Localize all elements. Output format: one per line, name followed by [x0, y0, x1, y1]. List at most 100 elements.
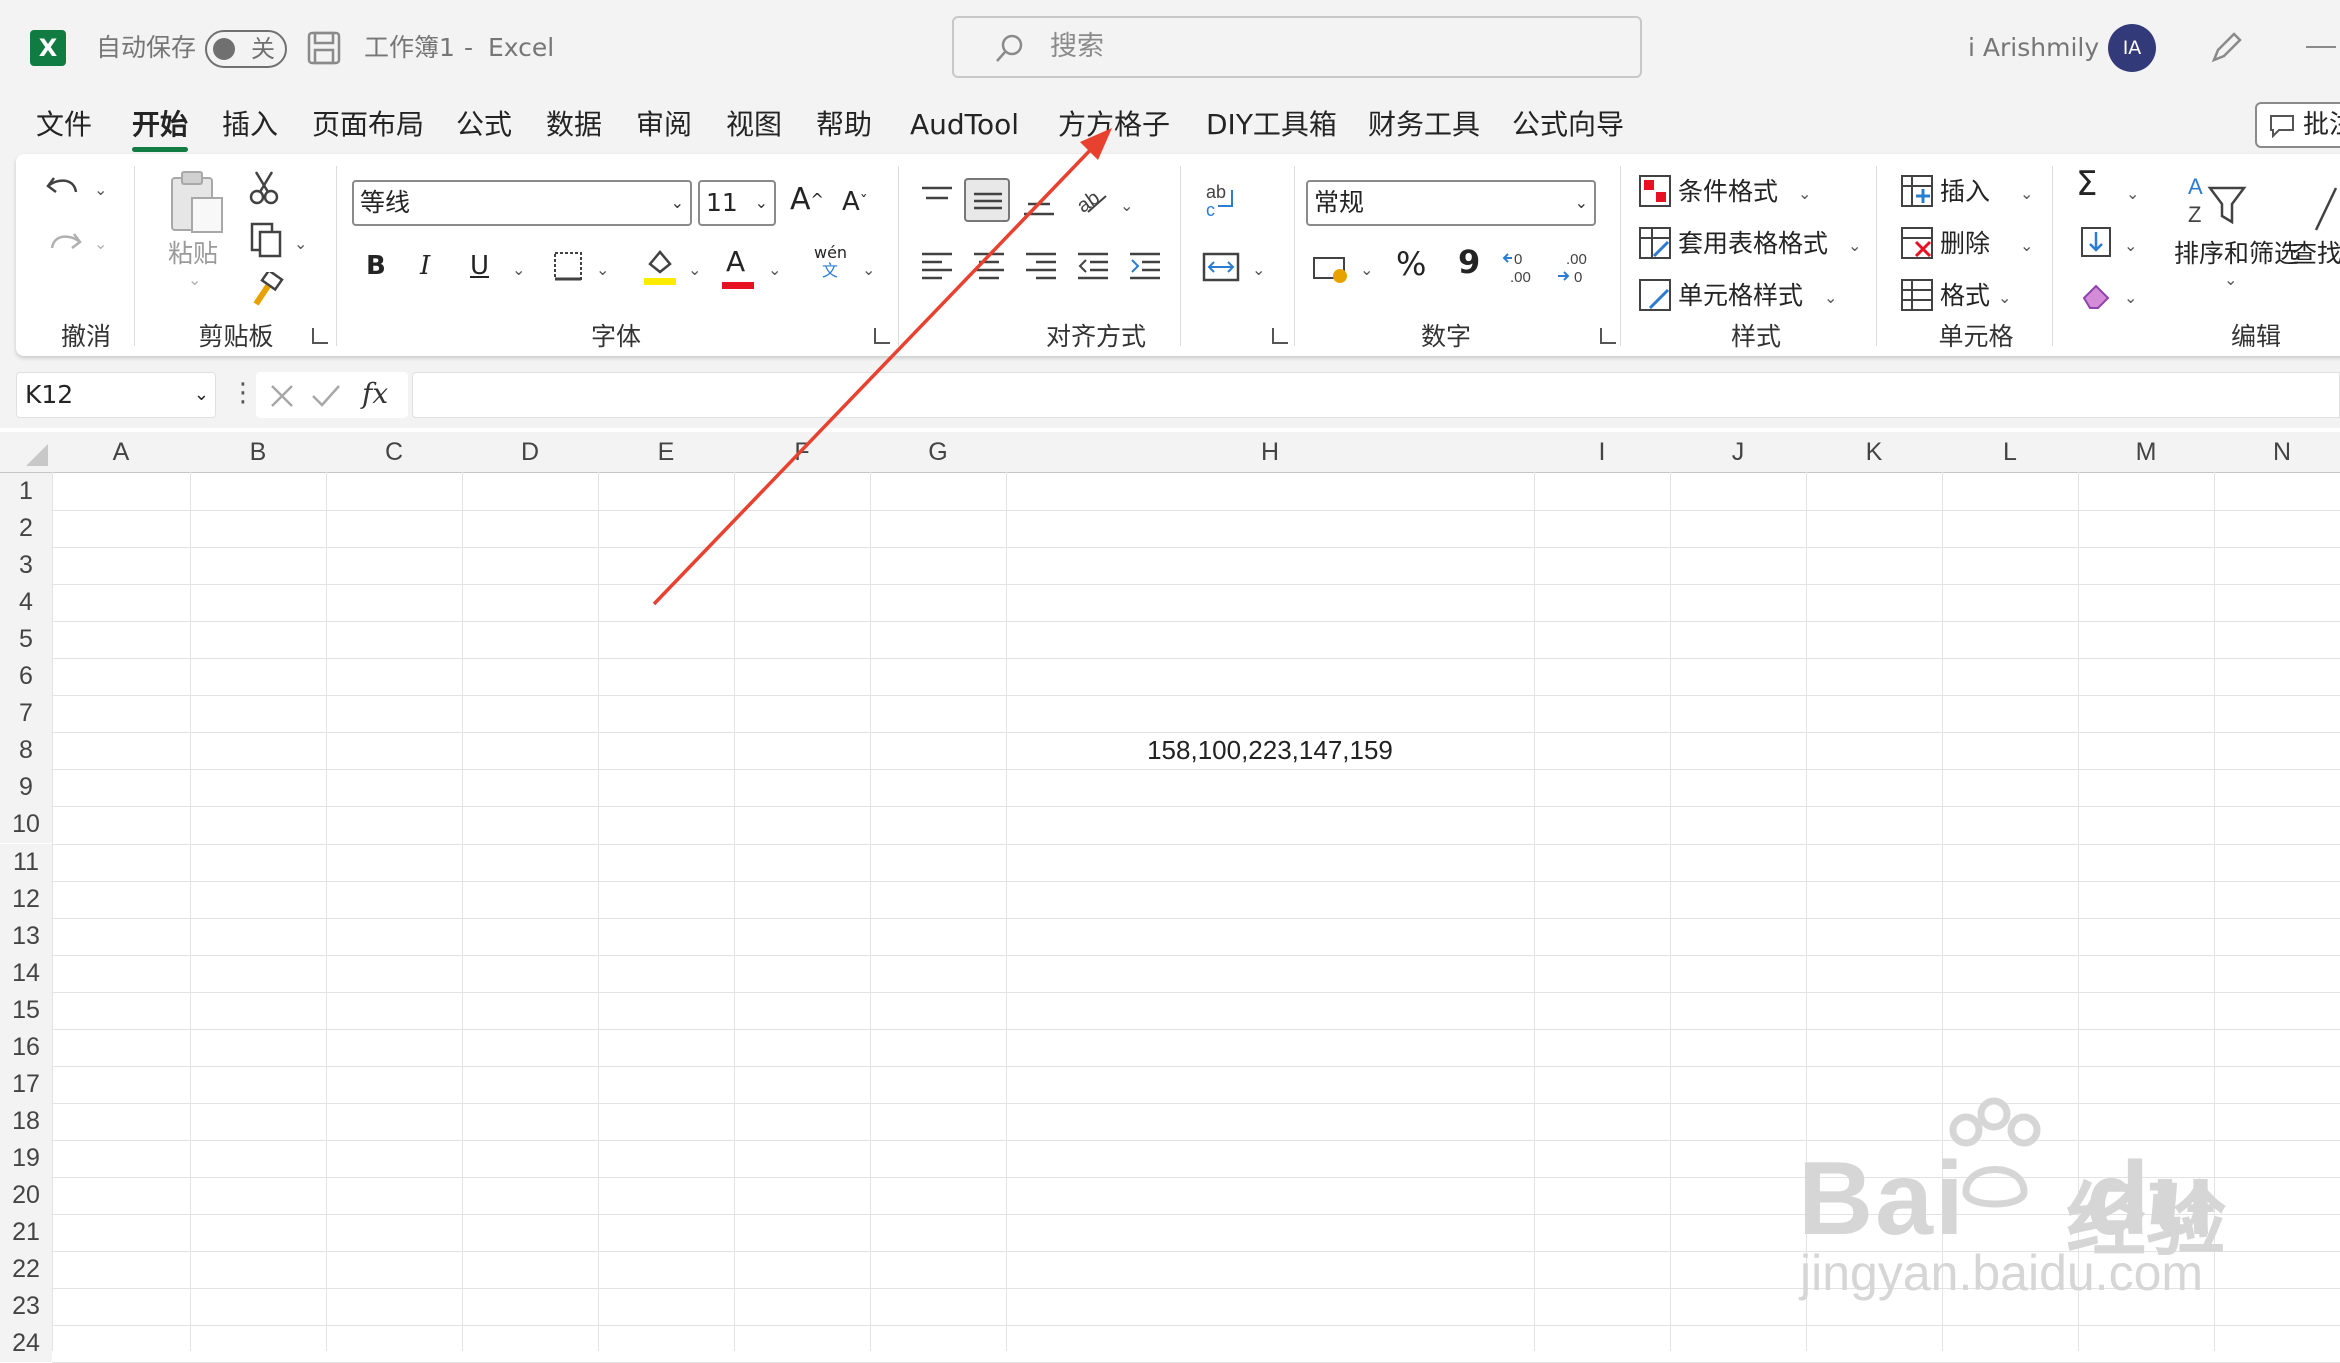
undo-icon[interactable] — [44, 168, 84, 204]
align-right-icon[interactable] — [1024, 250, 1058, 282]
chevron-down-icon[interactable]: ⌄ — [194, 373, 209, 417]
column-header-h[interactable]: H — [1006, 432, 1534, 472]
fill-down-icon[interactable] — [2080, 226, 2114, 260]
row-header-2[interactable]: 2 — [0, 510, 52, 548]
undo-dropdown-icon[interactable]: ⌄ — [94, 180, 107, 200]
clear-dropdown-icon[interactable]: ⌄ — [2124, 288, 2137, 308]
search-box[interactable]: 搜索 — [952, 16, 1642, 78]
tab-finance-tools[interactable]: 财务工具 — [1368, 96, 1480, 154]
format-table-label[interactable]: 套用表格格式 — [1678, 228, 1828, 260]
conditional-format-icon[interactable] — [1638, 174, 1672, 208]
number-format-dropdown[interactable]: 常规 ⌄ — [1306, 180, 1596, 226]
copy-icon[interactable] — [248, 222, 284, 258]
row-header-16[interactable]: 16 — [0, 1028, 52, 1066]
name-box[interactable]: K12 ⌄ — [16, 372, 216, 418]
autosum-icon[interactable]: Σ — [2076, 167, 2097, 201]
row-header-21[interactable]: 21 — [0, 1214, 52, 1252]
align-middle-button[interactable] — [964, 178, 1010, 222]
cell-styles-label[interactable]: 单元格样式 — [1678, 280, 1803, 312]
cell-styles-icon[interactable] — [1638, 278, 1672, 312]
column-header-d[interactable]: D — [462, 432, 598, 472]
row-header-14[interactable]: 14 — [0, 954, 52, 992]
format-cells-label[interactable]: 格式 — [1940, 280, 1990, 312]
decrease-font-icon[interactable]: Aˇ — [842, 186, 868, 218]
accounting-dropdown-icon[interactable]: ⌄ — [1360, 260, 1373, 280]
avatar[interactable]: IA — [2108, 24, 2156, 72]
row-header-24[interactable]: 24 — [0, 1325, 52, 1363]
format-cells-icon[interactable] — [1900, 278, 1934, 312]
format-dropdown-icon[interactable]: ⌄ — [1998, 288, 2011, 308]
row-header-20[interactable]: 20 — [0, 1176, 52, 1214]
minimize-icon[interactable] — [2306, 46, 2336, 48]
paste-dropdown-icon[interactable]: ⌄ — [188, 270, 201, 290]
bold-button[interactable]: B — [366, 250, 386, 282]
increase-font-icon[interactable]: A^ — [790, 184, 824, 216]
border-icon[interactable] — [552, 250, 584, 282]
align-center-icon[interactable] — [972, 250, 1006, 282]
row-header-19[interactable]: 19 — [0, 1139, 52, 1177]
row-header-17[interactable]: 17 — [0, 1065, 52, 1103]
find-icon[interactable] — [2312, 184, 2340, 234]
tab-audtool[interactable]: AudTool — [910, 96, 1019, 154]
font-color-dropdown-icon[interactable]: ⌄ — [768, 260, 781, 280]
insert-cells-icon[interactable] — [1900, 174, 1934, 208]
user-name[interactable]: i Arishmily — [1968, 30, 2099, 66]
orientation-icon[interactable]: ab — [1074, 182, 1110, 218]
format-table-icon[interactable] — [1638, 226, 1672, 260]
underline-button[interactable]: U — [470, 250, 489, 282]
italic-button[interactable]: I — [420, 250, 430, 282]
tab-view[interactable]: 视图 — [726, 96, 782, 154]
tab-data[interactable]: 数据 — [546, 96, 602, 154]
column-header-f[interactable]: F — [734, 432, 870, 472]
delete-dropdown-icon[interactable]: ⌄ — [2020, 236, 2033, 256]
sort-filter-label[interactable]: 排序和筛选 — [2174, 238, 2299, 270]
delete-cells-icon[interactable] — [1900, 226, 1934, 260]
font-color-icon[interactable]: A — [726, 246, 745, 278]
fill-dropdown-icon[interactable]: ⌄ — [2124, 236, 2137, 256]
wrap-text-icon[interactable]: ab c — [1202, 182, 1238, 222]
row-header-10[interactable]: 10 — [0, 806, 52, 844]
redo-dropdown-icon[interactable]: ⌄ — [94, 234, 107, 254]
delete-cells-label[interactable]: 删除 — [1940, 228, 1990, 260]
phonetic-icon[interactable]: wén — [814, 244, 847, 262]
conditional-format-dropdown-icon[interactable]: ⌄ — [1798, 184, 1811, 204]
column-header-a[interactable]: A — [52, 432, 190, 472]
row-header-5[interactable]: 5 — [0, 621, 52, 659]
row-header-12[interactable]: 12 — [0, 880, 52, 918]
merge-dropdown-icon[interactable]: ⌄ — [1252, 260, 1265, 280]
row-header-13[interactable]: 13 — [0, 917, 52, 955]
paste-icon[interactable] — [166, 170, 226, 236]
column-header-g[interactable]: G — [870, 432, 1006, 472]
clear-icon[interactable] — [2080, 278, 2114, 312]
column-header-j[interactable]: J — [1670, 432, 1806, 472]
sort-filter-icon[interactable]: A Z — [2182, 170, 2248, 234]
comma-button[interactable]: 9 — [1458, 246, 1480, 278]
tab-help[interactable]: 帮助 — [816, 96, 872, 154]
column-header-c[interactable]: C — [326, 432, 462, 472]
enter-check-icon[interactable] — [310, 382, 342, 410]
format-table-dropdown-icon[interactable]: ⌄ — [1848, 236, 1861, 256]
column-header-b[interactable]: B — [190, 432, 326, 472]
autosave-toggle[interactable]: 关 — [205, 30, 287, 68]
decrease-indent-icon[interactable] — [1076, 250, 1110, 282]
clipboard-launcher-icon[interactable] — [312, 328, 328, 344]
row-header-1[interactable]: 1 — [0, 473, 52, 511]
select-all-icon[interactable] — [24, 442, 50, 468]
decrease-decimal-icon[interactable]: .00 0 — [1556, 248, 1596, 288]
tab-fangfanggezi[interactable]: 方方格子 — [1058, 96, 1170, 154]
accounting-format-icon[interactable] — [1312, 252, 1352, 286]
save-icon[interactable] — [306, 30, 342, 66]
row-header-8[interactable]: 8 — [0, 732, 52, 770]
column-header-n[interactable]: N — [2214, 432, 2340, 472]
row-header-18[interactable]: 18 — [0, 1102, 52, 1140]
increase-indent-icon[interactable] — [1128, 250, 1162, 282]
column-header-l[interactable]: L — [1942, 432, 2078, 472]
insert-cells-label[interactable]: 插入 — [1940, 176, 1990, 208]
row-header-11[interactable]: 11 — [0, 843, 52, 881]
tab-home[interactable]: 开始 — [132, 96, 189, 154]
tab-page-layout[interactable]: 页面布局 — [312, 96, 424, 154]
row-header-3[interactable]: 3 — [0, 547, 52, 585]
row-header-4[interactable]: 4 — [0, 584, 52, 622]
tab-review[interactable]: 审阅 — [636, 96, 692, 154]
underline-dropdown-icon[interactable]: ⌄ — [512, 260, 525, 280]
